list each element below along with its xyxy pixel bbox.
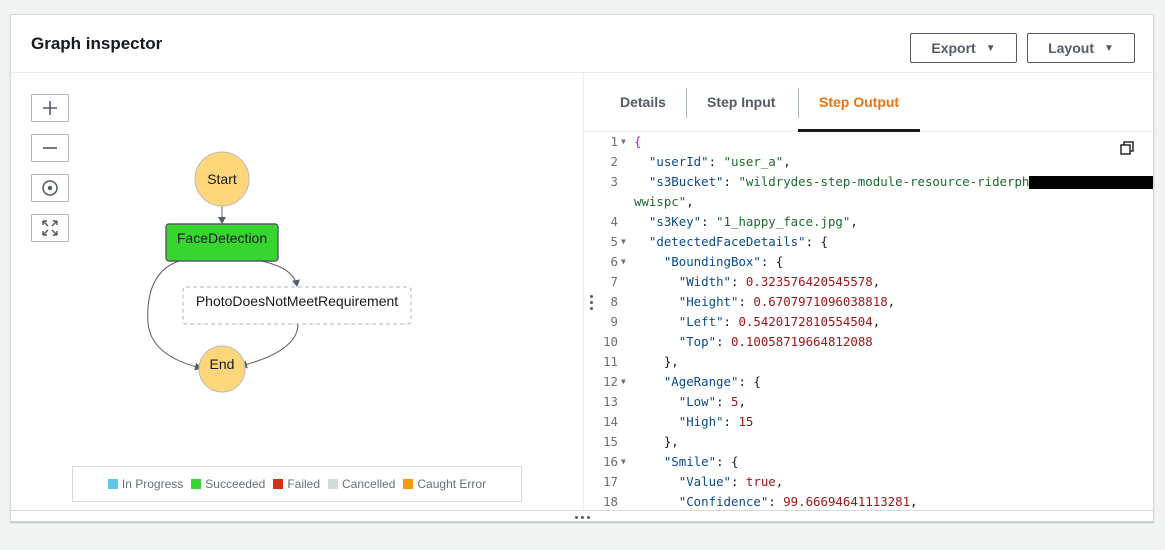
tab-details[interactable]: Details [620,73,666,131]
state-machine-graph: Start FaceDetection PhotoDoesNotMeetRequ… [147,151,412,393]
node-start[interactable]: Start [194,151,250,207]
status-legend: In Progress Succeeded Failed Cancelled C… [72,466,522,502]
legend-label: Caught Error [417,477,487,491]
legend-label: Succeeded [205,477,266,491]
layout-label: Layout [1048,40,1094,56]
node-facedetection-label: FaceDetection [177,230,267,246]
fold-arrow-icon: ▼ [621,237,626,246]
legend-item: Cancelled [328,477,395,491]
legend-item: In Progress [107,477,184,491]
node-end[interactable]: End [198,345,246,393]
caret-down-icon: ▼ [985,42,996,54]
legend-item: Failed [273,477,320,491]
edge-photo-end [240,323,299,369]
edge-facedetection-photo [260,260,300,287]
legend-swatch [191,479,202,489]
legend-swatch [403,479,414,489]
legend-swatch [273,479,284,489]
json-code-viewer[interactable]: 1 ▼{ 2 "userId": "user_a", 3 "s3Bucket": … [584,132,1153,510]
panel-title: Graph inspector [31,34,163,53]
node-photodoesnotmeetrequirement[interactable]: PhotoDoesNotMeetRequirement [182,286,412,325]
graph-inspector-panel: Graph inspector Export ▼ Layout ▼ Start … [10,14,1154,522]
legend-item: Succeeded [191,477,265,491]
fold-arrow-icon: ▼ [621,137,626,146]
horizontal-resize-handle[interactable] [11,510,1153,523]
node-facedetection[interactable]: FaceDetection [165,223,279,262]
legend-label: Failed [287,477,320,491]
legend-swatch [107,479,118,489]
legend-label: Cancelled [342,477,396,491]
caret-down-icon: ▼ [1103,42,1114,54]
fold-arrow-icon: ▼ [621,377,626,386]
layout-button[interactable]: Layout ▼ [1027,33,1135,63]
tab-divider [798,88,799,118]
tab-divider [686,88,687,118]
panel-header: Graph inspector Export ▼ Layout ▼ [11,15,1153,73]
node-photo-label: PhotoDoesNotMeetRequirement [196,293,398,309]
details-tabs: Details Step Input Step Output [584,73,1153,132]
redacted-block [1029,176,1153,189]
legend-swatch [328,479,338,489]
step-details-pane: Details Step Input Step Output 1 ▼{ 2 "us… [584,73,1153,510]
node-start-label: Start [207,171,237,187]
fold-arrow-icon: ▼ [621,457,626,466]
legend-item: Caught Error [403,477,486,491]
node-end-label: End [210,356,235,372]
fold-arrow-icon: ▼ [621,257,626,266]
tab-step-input[interactable]: Step Input [707,73,775,131]
export-label: Export [931,40,976,56]
tab-step-output[interactable]: Step Output [819,73,899,131]
legend-label: In Progress [121,477,184,491]
export-button[interactable]: Export ▼ [910,33,1017,63]
graph-canvas[interactable]: Start FaceDetection PhotoDoesNotMeetRequ… [11,73,584,510]
